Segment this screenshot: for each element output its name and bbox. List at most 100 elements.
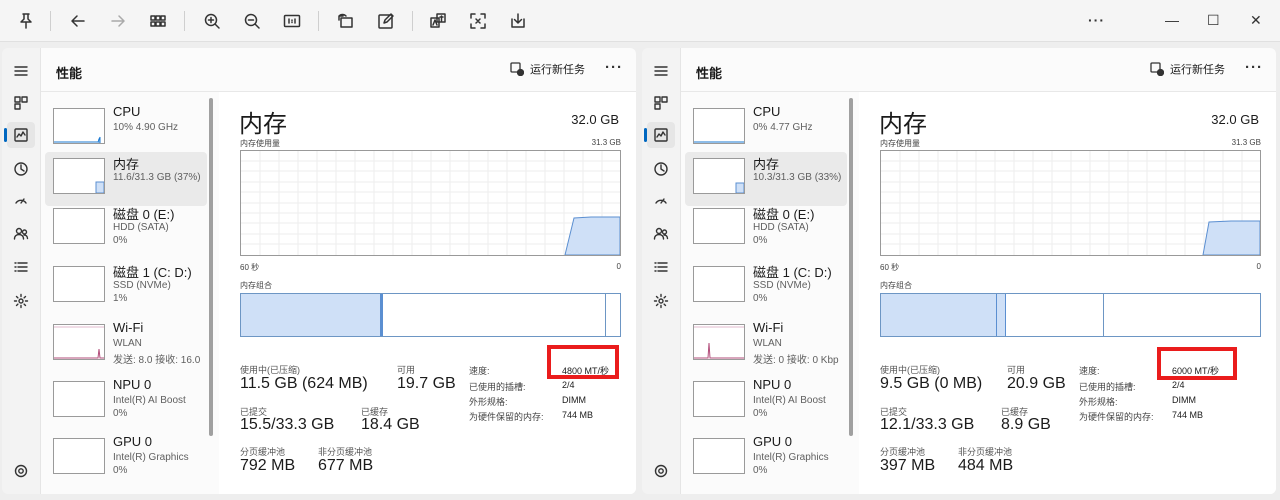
hamburger-menu-icon[interactable] [647,58,675,84]
device-item-disk-0[interactable]: 磁盘 0 (E:) HDD (SATA) 0% [45,202,207,256]
standby-divider [1103,294,1104,336]
settings-gear-icon[interactable] [7,458,35,484]
task-manager-window-right: 性能 运行新任务 ··· CPU 0% 4.77 GHz 内存 10.3/31.… [642,48,1276,494]
form-factor-label: 外形规格: [1079,397,1118,407]
processes-icon[interactable] [647,90,675,116]
pin-icon[interactable] [12,7,40,35]
in-use-value: 11.5 GB (624 MB) [240,375,368,392]
wifi-thumbnail [53,324,105,360]
processes-icon[interactable] [7,90,35,116]
close-button[interactable]: ✕ [1250,12,1262,29]
device-stat: 0% [753,293,768,304]
device-stat: 0% [113,408,128,419]
form-factor-value: DIMM [1172,395,1196,405]
page-title: 性能 [56,66,83,81]
device-type: HDD (SATA) [753,222,809,233]
nonpaged-pool-value: 484 MB [958,457,1014,474]
device-item-gpu[interactable]: GPU 0 Intel(R) Graphics 0% [685,432,847,486]
run-new-task-button[interactable]: 运行新任务 [510,61,585,77]
memory-usage-area [1202,220,1260,255]
committed-value: 12.1/33.3 GB [880,416,975,433]
device-type: WLAN [753,338,782,349]
device-item-disk-1[interactable]: 磁盘 1 (C: D:) SSD (NVMe) 1% [45,260,207,314]
performance-icon[interactable] [4,122,35,148]
device-item-gpu[interactable]: GPU 0 Intel(R) Graphics 0% [45,432,207,486]
memory-thumbnail [693,158,745,194]
content-area: 性能 运行新任务 ··· CPU 10% 4.90 GHz 内存 11.6/31… [40,48,636,494]
memory-composition-bar [240,293,621,337]
save-icon[interactable] [504,7,532,35]
forward-arrow-icon[interactable] [104,7,132,35]
actual-size-icon[interactable] [278,7,306,35]
gpu-thumbnail [53,438,105,474]
device-item-npu[interactable]: NPU 0 Intel(R) AI Boost 0% [685,375,847,429]
performance-icon[interactable] [644,122,675,148]
device-name: 磁盘 0 (E:) [113,207,175,222]
users-icon[interactable] [647,221,675,247]
speed-label: 速度: [469,366,490,376]
rotate-icon[interactable] [332,7,360,35]
device-item-cpu[interactable]: CPU 0% 4.77 GHz [685,102,847,156]
device-list-scrollbar[interactable] [849,98,853,436]
memory-detail: 内存 32.0 GB 内存使用量 31.3 GB 60 秒 0 内存组合 使用中… [219,92,636,494]
scan-icon[interactable] [464,7,492,35]
hamburger-menu-icon[interactable] [7,58,35,84]
run-new-task-button[interactable]: 运行新任务 [1150,61,1225,77]
device-stat: 1% [113,293,128,304]
device-name: CPU [113,104,141,119]
slots-value: 2/4 [562,380,575,390]
device-name: 磁盘 0 (E:) [753,207,815,222]
startup-apps-icon[interactable] [647,188,675,214]
form-factor-label: 外形规格: [469,397,508,407]
paged-pool-value: 397 MB [880,457,936,474]
hardware-reserved-value: 744 MB [562,410,594,420]
hardware-reserved-value: 744 MB [1172,410,1204,420]
form-factor-value: DIMM [562,395,586,405]
edit-icon[interactable] [372,7,400,35]
startup-apps-icon[interactable] [7,188,35,214]
app-history-icon[interactable] [647,156,675,182]
app-history-icon[interactable] [7,156,35,182]
minimize-button[interactable]: — [1165,12,1179,28]
device-item-disk-1[interactable]: 磁盘 1 (C: D:) SSD (NVMe) 0% [685,260,847,314]
device-list-scrollbar[interactable] [209,98,213,436]
committed-value: 15.5/33.3 GB [240,416,335,433]
page-title: 性能 [696,66,723,81]
memory-usage-graph [880,150,1261,256]
grid-icon[interactable] [144,7,172,35]
details-icon[interactable] [647,254,675,280]
device-item-disk-0[interactable]: 磁盘 0 (E:) HDD (SATA) 0% [685,202,847,256]
available-value: 20.9 GB [1007,375,1066,392]
back-arrow-icon[interactable] [64,7,92,35]
restore-button[interactable]: ☐ [1207,12,1220,29]
device-item-wifi[interactable]: Wi-Fi WLAN 发送: 8.0 接收: 16.0 [45,318,207,372]
in-use-value: 9.5 GB (0 MB) [880,375,983,392]
device-item-wifi[interactable]: Wi-Fi WLAN 发送: 0 接收: 0 Kbp [685,318,847,372]
zoom-in-icon[interactable] [198,7,226,35]
gpu-thumbnail [693,438,745,474]
translate-icon[interactable] [424,7,452,35]
disk-thumbnail [53,266,105,302]
usage-label: 内存使用量 [880,139,920,148]
device-item-npu[interactable]: NPU 0 Intel(R) AI Boost 0% [45,375,207,429]
device-item-memory[interactable]: 内存 11.6/31.3 GB (37%) [45,152,207,206]
device-item-memory[interactable]: 内存 10.3/31.3 GB (33%) [685,152,847,206]
settings-gear-icon[interactable] [647,458,675,484]
zoom-out-icon[interactable] [238,7,266,35]
device-type: Intel(R) AI Boost [113,395,186,406]
device-name: NPU 0 [113,377,152,392]
more-options-button[interactable]: ··· [1088,12,1105,28]
users-icon[interactable] [7,221,35,247]
header-more-button[interactable]: ··· [605,59,623,76]
slots-label: 已使用的插槽: [1079,382,1136,392]
services-icon[interactable] [7,288,35,314]
header-more-button[interactable]: ··· [1245,59,1263,76]
memory-composition-bar [880,293,1261,337]
disk-thumbnail [53,208,105,244]
speed-label: 速度: [1079,366,1100,376]
device-stat: 发送: 8.0 接收: 16.0 [113,355,201,366]
device-item-cpu[interactable]: CPU 10% 4.90 GHz [45,102,207,156]
services-icon[interactable] [647,288,675,314]
details-icon[interactable] [7,254,35,280]
page-header: 性能 运行新任务 ··· [681,48,1276,92]
